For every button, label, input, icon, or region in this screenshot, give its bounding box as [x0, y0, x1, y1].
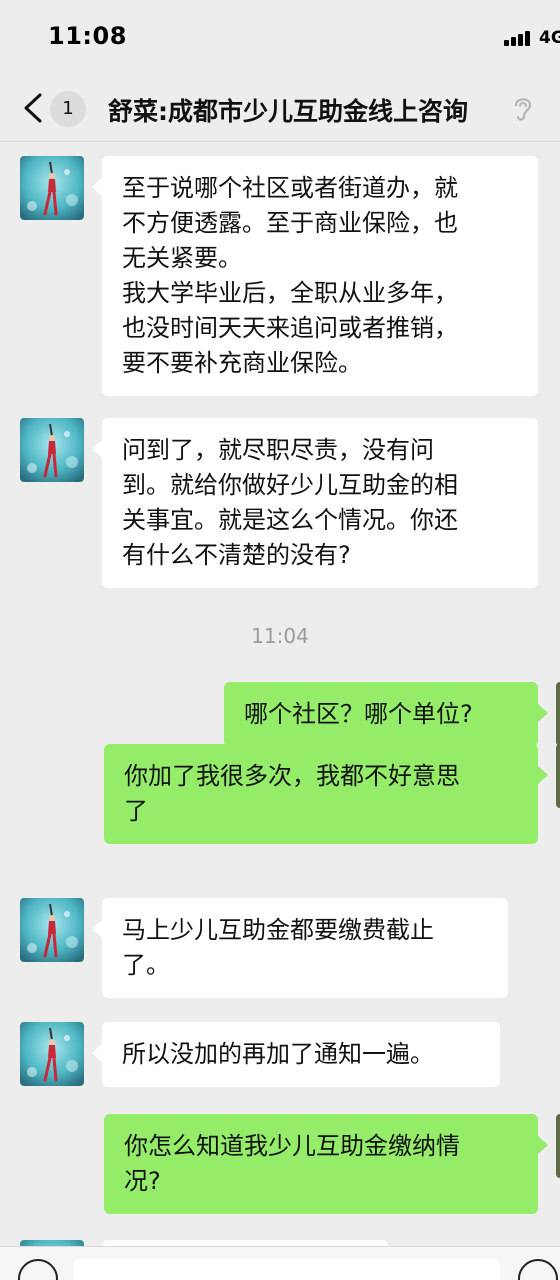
chat-title: 舒菜:成都市少儿互助金线上咨询 [108, 97, 468, 126]
emoji-icon[interactable] [518, 1259, 558, 1280]
status-bar: 11:08 4G [0, 0, 560, 76]
unread-count-badge[interactable]: 1 [50, 91, 86, 127]
contact-avatar[interactable] [20, 156, 84, 220]
outgoing-message-bubble[interactable]: 你加了我很多次，我都不好意思 了 [104, 744, 548, 844]
back-chevron-icon[interactable] [20, 92, 46, 124]
input-bar [0, 1246, 560, 1280]
outgoing-message-bubble[interactable]: 你怎么知道我少儿互助金缴纳情 况? [104, 1114, 548, 1214]
dancer-avatar-icon [20, 418, 84, 482]
status-time: 11:08 [48, 22, 127, 50]
chat-header: 1 舒菜:成都市少儿互助金线上咨询 [0, 76, 560, 142]
message-timestamp: 11:04 [251, 624, 309, 648]
message-input[interactable] [74, 1259, 500, 1280]
incoming-message-bubble[interactable]: 至于说哪个社区或者街道办，就 不方便透露。至于商业保险，也 无关紧要。 我大学毕… [92, 156, 538, 396]
incoming-message-bubble[interactable]: 问到了，就尽职尽责，没有问 到。就给你做好少儿互助金的相 关事宜。就是这么个情况… [92, 418, 538, 588]
outgoing-message-bubble[interactable]: 哪个社区？哪个单位? [224, 682, 548, 747]
contact-avatar[interactable] [20, 1022, 84, 1086]
chat-screen: 11:08 4G 1 舒菜:成都市少儿互助金线上咨询 至于说哪个社区或者街道办，… [0, 0, 560, 1280]
incoming-message-bubble[interactable]: 所以没加的再加了通知一遍。 [92, 1022, 500, 1087]
voice-input-icon[interactable] [18, 1259, 58, 1280]
network-type: 4G [539, 28, 560, 48]
dancer-avatar-icon [20, 1022, 84, 1086]
message-list[interactable]: 至于说哪个社区或者街道办，就 不方便透露。至于商业保险，也 无关紧要。 我大学毕… [0, 142, 560, 1280]
incoming-message-bubble[interactable]: 马上少儿互助金都要缴费截止 了。 [92, 898, 508, 998]
my-avatar[interactable] [556, 682, 560, 746]
signal-strength-icon [504, 30, 532, 46]
my-avatar[interactable] [556, 744, 560, 808]
contact-avatar[interactable] [20, 898, 84, 962]
dancer-avatar-icon [20, 898, 84, 962]
contact-avatar[interactable] [20, 418, 84, 482]
earpiece-mode-icon [514, 98, 532, 121]
my-avatar[interactable] [556, 1114, 560, 1178]
dancer-avatar-icon [20, 156, 84, 220]
